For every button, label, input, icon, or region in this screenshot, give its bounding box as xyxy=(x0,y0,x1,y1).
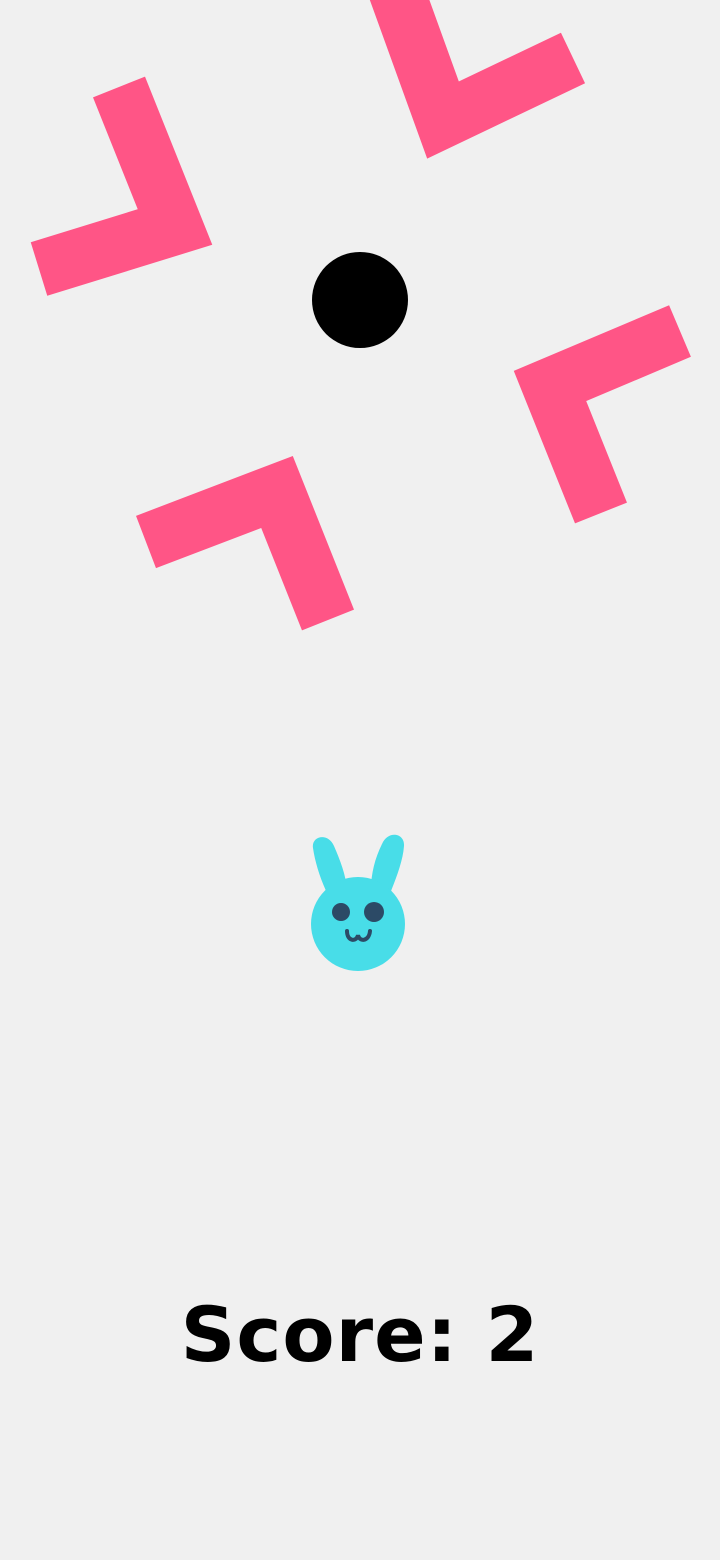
obstacle-middle-left xyxy=(136,456,355,631)
bunny-left-eye xyxy=(332,903,350,921)
bunny-head xyxy=(311,877,405,971)
obstacle-top-left xyxy=(30,76,213,296)
score-label: Score: 2 xyxy=(180,1290,540,1379)
bunny-right-eye xyxy=(364,902,384,922)
bunny-icon[interactable] xyxy=(311,834,405,971)
ball-icon xyxy=(312,252,408,348)
obstacle-top-right xyxy=(369,0,586,159)
obstacle-middle-right xyxy=(513,305,691,524)
